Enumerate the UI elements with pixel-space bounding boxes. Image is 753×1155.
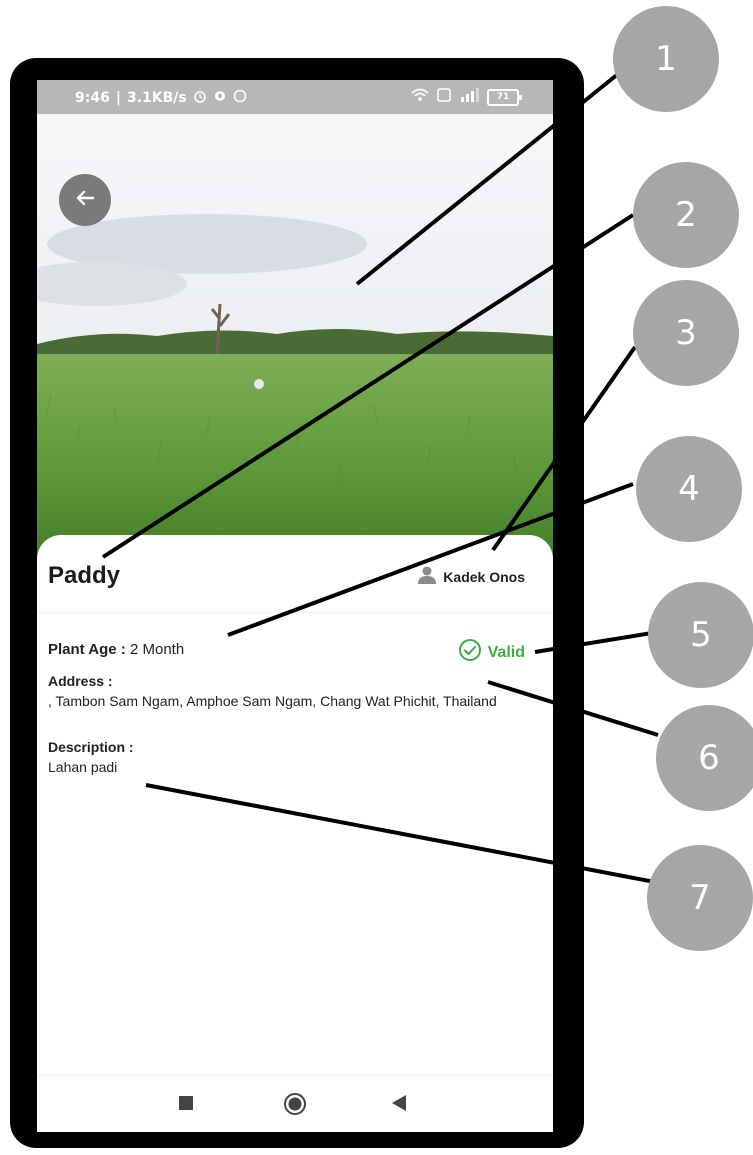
circle-nav-icon	[283, 1093, 307, 1120]
home-button[interactable]	[283, 1092, 307, 1121]
signal-icon	[459, 88, 479, 106]
rice-field-image	[37, 114, 553, 574]
address-value: , Tambon Sam Ngam, Amphoe Sam Ngam, Chan…	[48, 693, 497, 709]
person-icon	[417, 566, 437, 587]
description-label: Description :	[48, 739, 134, 755]
sim-icon	[437, 88, 451, 106]
callout-7: 7	[647, 845, 753, 951]
plant-title: Paddy	[48, 562, 121, 589]
callout-6: 6	[656, 705, 753, 811]
square-nav-icon	[179, 1096, 193, 1114]
alarm-icon	[193, 89, 207, 107]
card-divider	[37, 612, 553, 613]
status-badge: Valid	[458, 638, 525, 667]
status-text: Valid	[487, 643, 525, 661]
status-network-speed: 3.1KB/s	[126, 90, 187, 106]
description-value: Lahan padi	[48, 759, 118, 775]
callout-1: 1	[613, 6, 719, 112]
owner-name: Kadek Onos	[443, 568, 525, 585]
field-photo	[37, 114, 553, 574]
battery-indicator: 71	[487, 88, 522, 106]
plant-detail-card: Paddy Kadek Onos Plant Age : 2 Month Val…	[37, 535, 553, 1075]
recent-apps-button[interactable]	[179, 1096, 193, 1115]
callout-4: 4	[636, 436, 742, 542]
plant-age-value: 2 Month	[129, 641, 185, 658]
wifi-icon	[411, 88, 429, 106]
plant-age-row: Plant Age : 2 Month	[48, 641, 184, 658]
status-time: 9:46	[75, 90, 110, 106]
whatsapp-icon	[233, 89, 247, 107]
status-bar: 9:46 | 3.1KB/s 71	[37, 80, 553, 114]
status-separator: |	[115, 90, 121, 106]
system-navigation-bar	[37, 1075, 553, 1132]
back-button[interactable]	[59, 174, 111, 226]
address-label: Address :	[48, 673, 113, 689]
callout-3: 3	[633, 280, 739, 386]
owner-info: Kadek Onos	[417, 566, 525, 587]
check-circle-icon	[458, 638, 482, 667]
settings-gear-icon	[213, 89, 227, 107]
callout-5: 5	[648, 582, 753, 688]
plant-age-label: Plant Age :	[48, 641, 126, 658]
system-back-button[interactable]	[392, 1095, 406, 1116]
app-screen: 9:46 | 3.1KB/s 71 Paddy Kadek Onos Plant…	[37, 80, 553, 1132]
callout-2: 2	[633, 162, 739, 268]
back-arrow-icon	[74, 187, 96, 214]
triangle-back-nav-icon	[392, 1095, 406, 1115]
